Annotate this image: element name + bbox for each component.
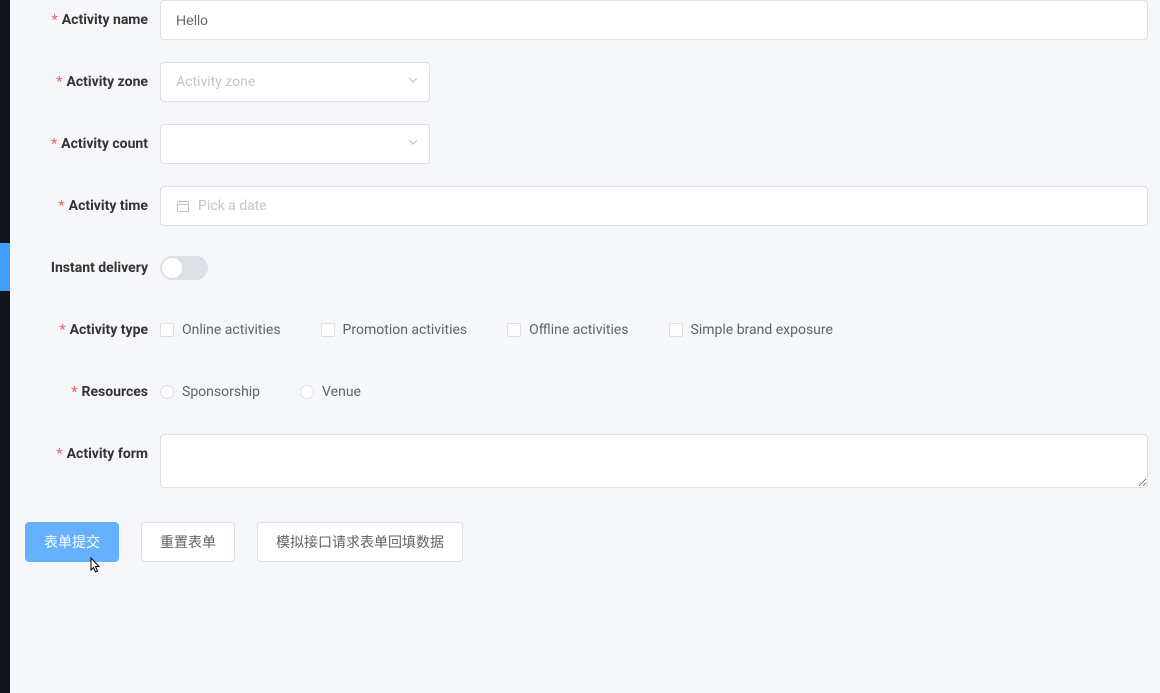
datepicker-activity-time[interactable]: Pick a date: [160, 186, 1148, 226]
date-placeholder: Pick a date: [198, 198, 267, 214]
checkbox-group-activity-type: Online activities Promotion activities O…: [160, 310, 1148, 350]
checkbox-promotion-activities[interactable]: Promotion activities: [321, 322, 468, 338]
checkbox-offline-activities[interactable]: Offline activities: [507, 322, 628, 338]
label-activity-time: Activity time: [10, 186, 160, 226]
checkbox-online-activities[interactable]: Online activities: [160, 322, 281, 338]
radio-sponsorship[interactable]: Sponsorship: [160, 384, 260, 400]
input-activity-name[interactable]: [160, 0, 1148, 40]
chevron-down-icon: [407, 136, 419, 152]
sidebar-stub: [0, 0, 10, 693]
radio-group-resources: Sponsorship Venue: [160, 372, 1148, 412]
form-item-activity-name: Activity name: [10, 0, 1160, 40]
radio-label: Venue: [322, 384, 361, 400]
label-activity-type: Activity type: [10, 310, 160, 350]
form-container: Activity name Activity zone Activity zon…: [10, 0, 1160, 693]
sidebar-active-indicator: [0, 243, 10, 291]
label-activity-count: Activity count: [10, 124, 160, 164]
select-activity-count[interactable]: [160, 124, 430, 164]
form-item-activity-zone: Activity zone Activity zone: [10, 62, 1160, 102]
checkbox-simple-brand-exposure[interactable]: Simple brand exposure: [669, 322, 833, 338]
label-instant-delivery: Instant delivery: [10, 248, 160, 288]
form-item-resources: Resources Sponsorship Venue: [10, 372, 1160, 412]
mock-fill-button[interactable]: 模拟接口请求表单回填数据: [257, 522, 463, 562]
form-item-activity-time: Activity time Pick a date: [10, 186, 1160, 226]
form-item-activity-form: Activity form: [10, 434, 1160, 492]
checkbox-box-icon: [321, 323, 335, 337]
form-item-activity-type: Activity type Online activities Promotio…: [10, 310, 1160, 350]
form-item-activity-count: Activity count: [10, 124, 1160, 164]
checkbox-label: Offline activities: [529, 322, 628, 338]
label-activity-name: Activity name: [10, 0, 160, 40]
reset-button[interactable]: 重置表单: [141, 522, 235, 562]
checkbox-label: Simple brand exposure: [691, 322, 833, 338]
select-activity-zone[interactable]: Activity zone: [160, 62, 430, 102]
textarea-activity-form[interactable]: [160, 434, 1148, 488]
checkbox-label: Online activities: [182, 322, 281, 338]
form-item-instant-delivery: Instant delivery: [10, 248, 1160, 288]
checkbox-box-icon: [160, 323, 174, 337]
checkbox-label: Promotion activities: [343, 322, 468, 338]
checkbox-box-icon: [507, 323, 521, 337]
calendar-icon: [176, 199, 190, 213]
label-activity-form: Activity form: [10, 434, 160, 474]
radio-venue[interactable]: Venue: [300, 384, 361, 400]
chevron-down-icon: [407, 74, 419, 90]
checkbox-box-icon: [669, 323, 683, 337]
radio-circle-icon: [300, 385, 314, 399]
switch-instant-delivery[interactable]: [160, 256, 208, 280]
label-resources: Resources: [10, 372, 160, 412]
button-row: 表单提交 重置表单 模拟接口请求表单回填数据: [10, 522, 1160, 562]
select-placeholder: Activity zone: [176, 74, 255, 90]
radio-circle-icon: [160, 385, 174, 399]
switch-knob: [162, 258, 182, 278]
label-activity-zone: Activity zone: [10, 62, 160, 102]
radio-label: Sponsorship: [182, 384, 260, 400]
submit-button[interactable]: 表单提交: [25, 522, 119, 562]
